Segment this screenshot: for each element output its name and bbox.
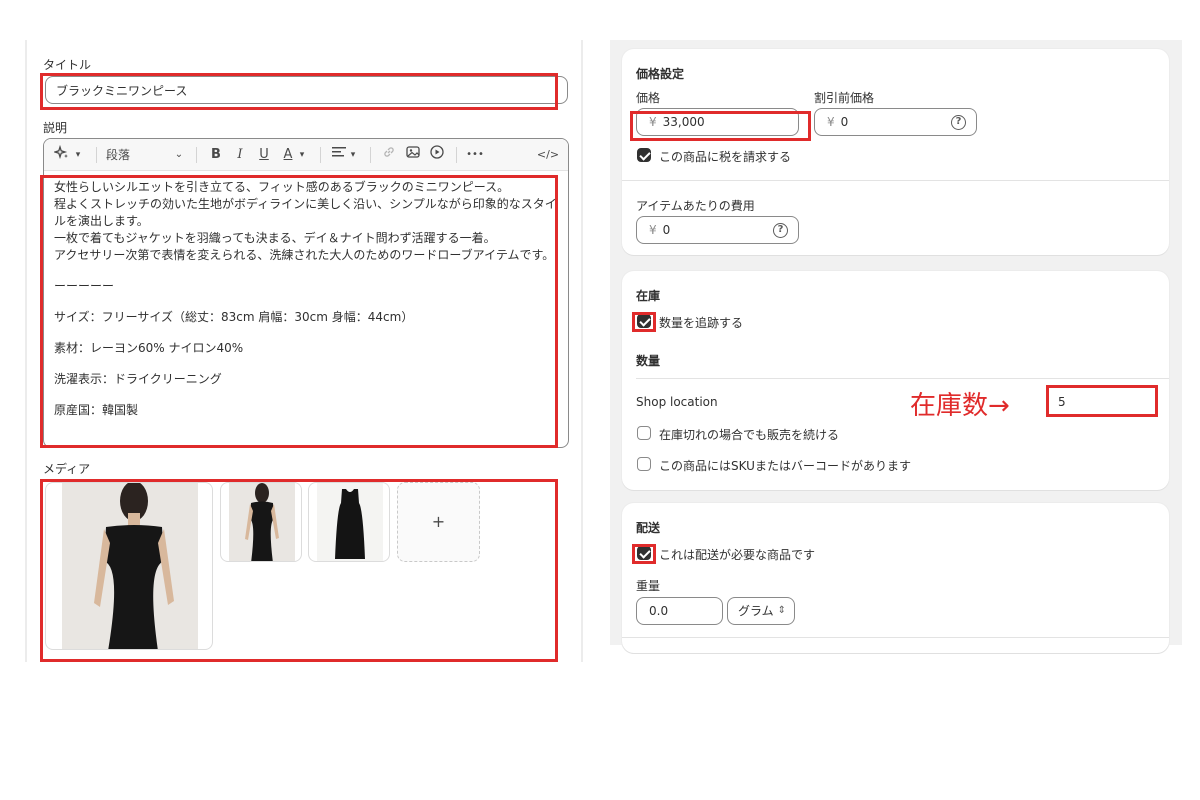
media-thumbnail[interactable] [308,482,390,562]
yen-symbol: ¥ [827,115,835,129]
description-line: 女性らしいシルエットを引き立てる、フィット感のあるブラックのミニワンピース。 [54,180,510,194]
toolbar-divider [96,147,97,163]
product-details-panel: タイトル ブラックミニワンピース 説明 ▾ 段落 ⌄ B I U A ▾ ▾ •… [25,40,583,662]
yen-symbol: ¥ [649,223,657,237]
title-label: タイトル [43,58,92,72]
description-line: 素材：レーヨン60% ナイロン40% [54,341,244,355]
compare-price-label: 割引前価格 [814,91,875,105]
description-line: 洗濯表示：ドライクリーニング [54,372,222,386]
divider [622,637,1169,638]
align-left-icon[interactable] [330,145,348,165]
toolbar-divider [320,147,321,163]
description-editor[interactable]: ▾ 段落 ⌄ B I U A ▾ ▾ ••• </> 女性らしいシルエットを引き… [43,138,569,448]
dress-photo-image [62,483,198,649]
select-arrows-icon: ⇕ [777,605,786,616]
more-options-icon[interactable]: ••• [464,145,486,165]
sku-checkbox[interactable] [637,457,651,471]
shipping-title: 配送 [636,521,661,535]
yen-symbol: ¥ [649,115,657,129]
inventory-title: 在庫 [636,289,661,303]
description-line: 原産国：韓国製 [54,403,139,417]
divider [636,378,1169,379]
physical-product-label: これは配送が必要な商品です [659,548,816,562]
cost-input[interactable]: ¥0 ? [636,216,799,244]
text-color-button[interactable]: A [280,145,296,165]
description-line: アクセサリー次第で表情を変えられる、洗練された大人のためのワードローブアイテムで… [54,248,555,262]
shipping-card: 配送 これは配送が必要な商品です 重量 0.0 グラム ⇕ [622,503,1169,653]
html-code-icon[interactable]: </> [536,145,560,165]
help-icon[interactable]: ? [951,115,966,130]
image-icon[interactable] [404,145,422,165]
divider [622,180,1169,181]
ai-sparkle-icon[interactable] [52,144,72,165]
inventory-card: 在庫 数量を追跡する 数量 Shop location 5 在庫切れの場合でも販… [622,271,1169,490]
chevron-down-icon[interactable]: ⌄ [172,145,186,165]
quantity-heading: 数量 [636,354,661,368]
description-line: 一枚で着てもジャケットを羽織っても決まる、デイ＆ナイト問わず活躍する一着。 [54,231,496,245]
underline-button[interactable]: U [256,145,272,165]
bold-button[interactable]: B [208,145,224,165]
pricing-title: 価格設定 [636,67,685,81]
price-value: 33,000 [662,115,705,129]
title-input[interactable]: ブラックミニワンピース [45,76,568,104]
price-label: 価格 [636,91,661,105]
add-media-button[interactable]: + [397,482,480,562]
weight-unit-select[interactable]: グラム ⇕ [727,597,795,625]
continue-selling-label: 在庫切れの場合でも販売を続ける [659,428,840,442]
media-label: メディア [43,462,91,476]
description-line: サイズ：フリーサイズ（総丈：83cm 肩幅：30cm 身幅：44cm） [54,310,414,324]
physical-product-checkbox[interactable] [637,546,651,560]
description-line: ーーーーー [54,279,115,293]
toolbar-divider [456,147,457,163]
quantity-input[interactable]: 5 [1058,395,1066,409]
chevron-down-icon[interactable]: ▾ [72,145,84,165]
charge-tax-checkbox[interactable] [637,148,651,162]
pricing-card: 価格設定 価格 ¥33,000 割引前価格 ¥0 ? この商品に税を請求する ア… [622,49,1169,255]
italic-button[interactable]: I [232,145,248,165]
weight-input[interactable]: 0.0 [636,597,723,625]
track-quantity-checkbox[interactable] [637,314,651,328]
toolbar-divider [196,147,197,163]
media-thumbnail[interactable] [220,482,302,562]
paragraph-format-select[interactable]: 段落 [106,145,146,165]
link-icon[interactable] [380,145,398,165]
shop-location-label: Shop location [636,395,718,409]
chevron-down-icon[interactable]: ▾ [296,145,308,165]
track-quantity-label: 数量を追跡する [659,316,744,330]
toolbar-divider [370,147,371,163]
charge-tax-label: この商品に税を請求する [659,150,792,164]
editor-toolbar: ▾ 段落 ⌄ B I U A ▾ ▾ ••• </> [44,139,568,171]
help-icon[interactable]: ? [773,223,788,238]
cost-label: アイテムあたりの費用 [636,199,755,213]
compare-price-value: 0 [840,115,849,129]
settings-panel: 価格設定 価格 ¥33,000 割引前価格 ¥0 ? この商品に税を請求する ア… [610,40,1182,653]
description-line: 程よくストレッチの効いた生地がボディラインに美しく沿い、シンプルながら印象的なス… [54,197,557,228]
cost-value: 0 [662,223,671,237]
video-icon[interactable] [428,145,446,165]
price-input[interactable]: ¥33,000 [636,108,799,136]
weight-unit-value: グラム [738,604,774,618]
dress-flat-photo-image [317,483,383,561]
description-text[interactable]: 女性らしいシルエットを引き立てる、フィット感のあるブラックのミニワンピース。 程… [54,179,560,419]
description-label: 説明 [43,121,68,135]
media-main-image[interactable] [45,482,213,650]
compare-price-input[interactable]: ¥0 ? [814,108,977,136]
chevron-down-icon[interactable]: ▾ [347,145,359,165]
continue-selling-checkbox[interactable] [637,426,651,440]
stock-annotation-label: 在庫数→ [910,391,1010,421]
dress-back-photo-image [229,483,295,561]
sku-label: この商品にはSKUまたはバーコードがあります [659,459,911,473]
weight-label: 重量 [636,579,661,593]
